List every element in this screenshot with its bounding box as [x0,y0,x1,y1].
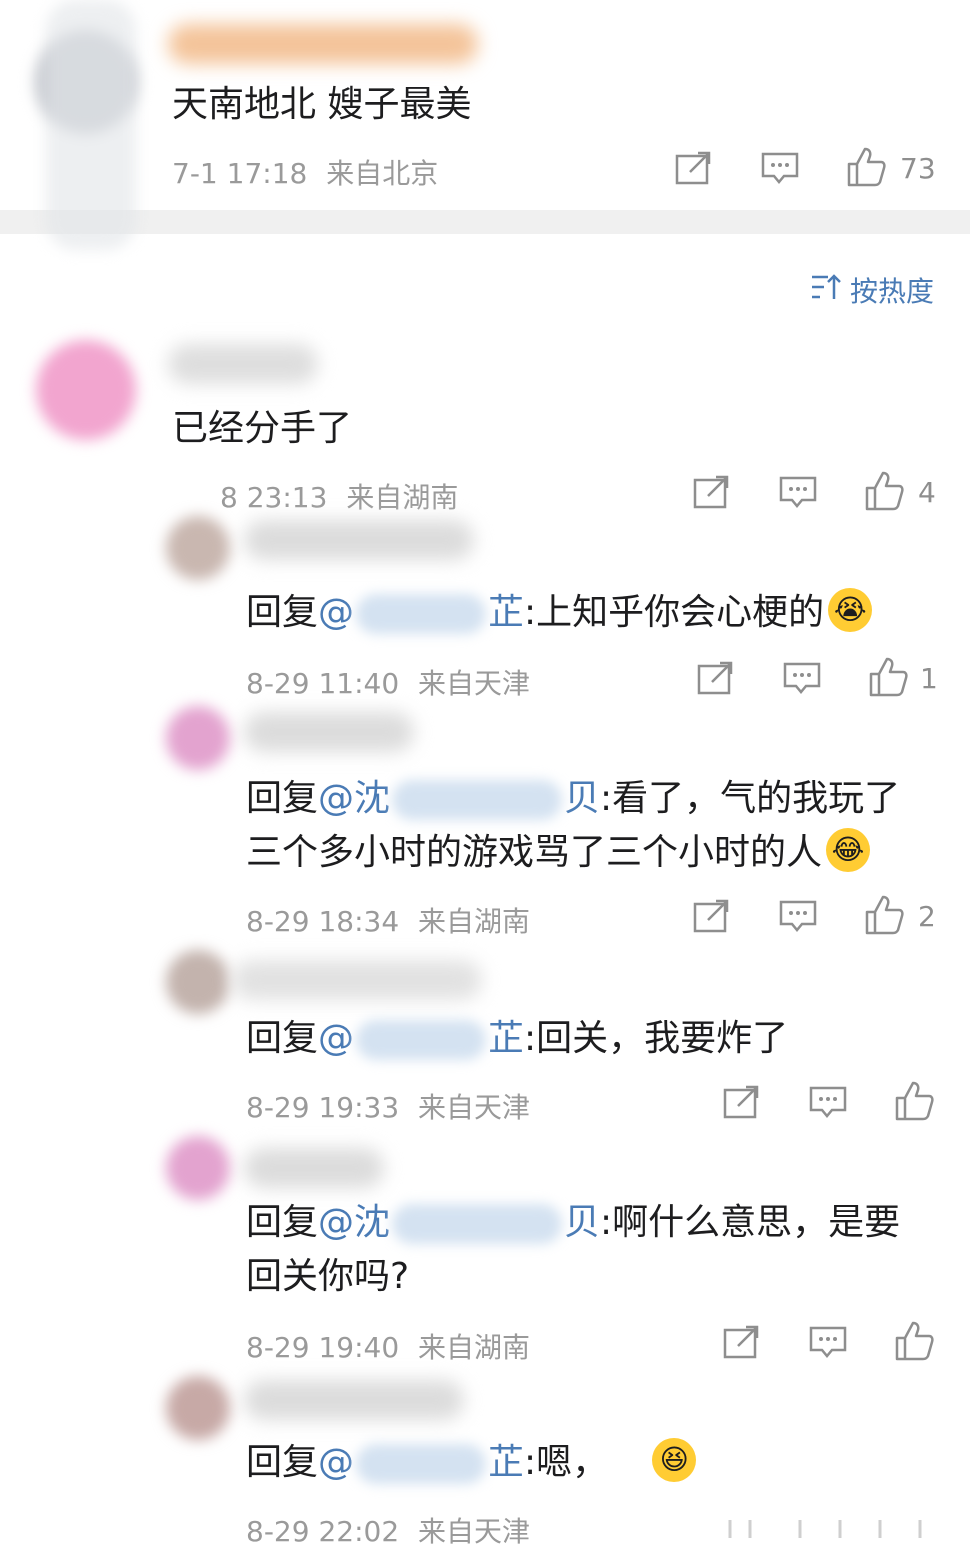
comment-text: 已经分手了 [172,408,353,449]
avatar[interactable] [36,340,136,440]
reply-meta: 8-29 22:02 来自天津 [246,1510,530,1550]
share-icon[interactable] [692,474,732,510]
like-count: 73 [900,152,936,185]
reply-time: 8-29 18:34 [246,905,400,938]
like-icon[interactable] [864,894,904,936]
share-icon[interactable] [674,150,714,186]
sort-label: 按热度 [849,275,934,308]
like-icon[interactable] [846,146,886,188]
share-icon[interactable] [722,1324,762,1360]
sort-toggle[interactable]: 按热度 [810,270,934,310]
comment-icon[interactable] [760,150,800,186]
like-icon[interactable] [894,1080,934,1122]
comment-icon[interactable] [808,1084,848,1120]
reply-prefix: 回复 [246,1442,319,1483]
reply-text: 回复@ 芷:上知乎你会心梗的 😭 [246,586,873,640]
reply-time: 8-29 19:40 [246,1331,400,1364]
mention-link[interactable]: @沈贝 [318,1202,600,1244]
reply-time: 8-29 11:40 [246,667,400,700]
share-icon[interactable] [696,660,736,696]
reply-body: :啊什么意思，是要 [600,1202,901,1243]
comment-meta: 7-1 17:18 来自北京 [172,152,438,192]
reply-location: 来自天津 [418,667,531,700]
comment-location: 来自湖南 [346,481,459,514]
comment-icon[interactable] [778,474,818,510]
username-blurred[interactable] [244,712,414,752]
reply-meta: 8-29 19:33 来自天津 [246,1086,530,1126]
avatar[interactable] [166,516,230,580]
reply-meta: 8-29 11:40 来自天津 [246,662,530,702]
reply-location: 来自天津 [418,1091,531,1124]
reply-text-line2: 三个多小时的游戏骂了三个小时的人 😂 [246,826,871,880]
comment-time: 7-1 17:18 [172,157,308,190]
crying-face-icon: 😭 [828,588,873,632]
reply-prefix: 回复 [246,778,319,819]
laughing-crying-face-icon: 😂 [826,828,871,872]
like-icon[interactable] [864,470,904,512]
like-icon[interactable] [868,656,908,698]
reply-body: :嗯， [524,1442,609,1483]
reply-prefix: 回复 [246,1202,319,1243]
username-blurred[interactable] [244,520,474,560]
like-count: 2 [918,900,936,933]
grinning-face-icon: 😆 [652,1438,697,1482]
mention-link[interactable]: @ 芷 [318,1442,524,1484]
share-icon[interactable] [692,898,732,934]
reply-text: 回复@ 芷:回关，我要炸了 [246,1012,788,1066]
reply-location: 来自湖南 [418,905,531,938]
mention-link[interactable]: @ 芷 [318,1018,524,1060]
username-blurred[interactable] [168,24,478,64]
share-icon[interactable] [722,1084,762,1120]
mention-link[interactable]: @ 芷 [318,592,524,634]
section-divider [0,210,970,234]
reply-location: 来自湖南 [418,1331,531,1364]
reply-body: :上知乎你会心梗的 [524,592,825,633]
like-count: 4 [918,476,936,509]
username-blurred[interactable] [232,960,482,1000]
comment-icon[interactable] [808,1324,848,1360]
comment-icon[interactable] [778,898,818,934]
mention-link[interactable]: @沈贝 [318,778,600,820]
avatar[interactable] [166,706,230,770]
reply-meta: 8-29 18:34 来自湖南 [246,900,530,940]
reply-prefix: 回复 [246,592,319,633]
reply-text: 回复@沈 贝:看了，气的我玩了 [246,772,900,826]
reply-meta: 8-29 19:40 来自湖南 [246,1326,530,1366]
reply-location: 来自天津 [418,1515,531,1548]
reply-text: 回复@ 芷:嗯， 😆 [246,1436,697,1490]
reply-time: 8-29 19:33 [246,1091,400,1124]
comment-text: 天南地北 嫂子最美 [172,84,472,125]
avatar[interactable] [166,950,230,1014]
reply-body: :看了，气的我玩了 [600,778,901,819]
sort-icon [810,273,842,308]
like-icon[interactable] [894,1320,934,1362]
blurred-overlay [46,0,136,250]
username-blurred[interactable] [244,1148,384,1188]
reply-prefix: 回复 [246,1018,319,1059]
comment-icon[interactable] [782,660,822,696]
avatar[interactable] [166,1376,230,1440]
reply-text-line2: 回关你吗? [246,1256,410,1297]
username-blurred[interactable] [168,344,318,384]
avatar[interactable] [166,1136,230,1200]
comment-time: 8 23:13 [220,481,328,514]
username-blurred[interactable] [244,1380,464,1420]
comment-meta: 8 23:13 来自湖南 [220,476,458,516]
reply-text: 回复@沈 贝:啊什么意思，是要 [246,1196,900,1250]
reply-body: :回关，我要炸了 [524,1018,789,1059]
bottom-toolbar [700,1498,970,1538]
comment-location: 来自北京 [326,157,439,190]
like-count: 1 [920,662,938,695]
reply-time: 8-29 22:02 [246,1515,400,1548]
